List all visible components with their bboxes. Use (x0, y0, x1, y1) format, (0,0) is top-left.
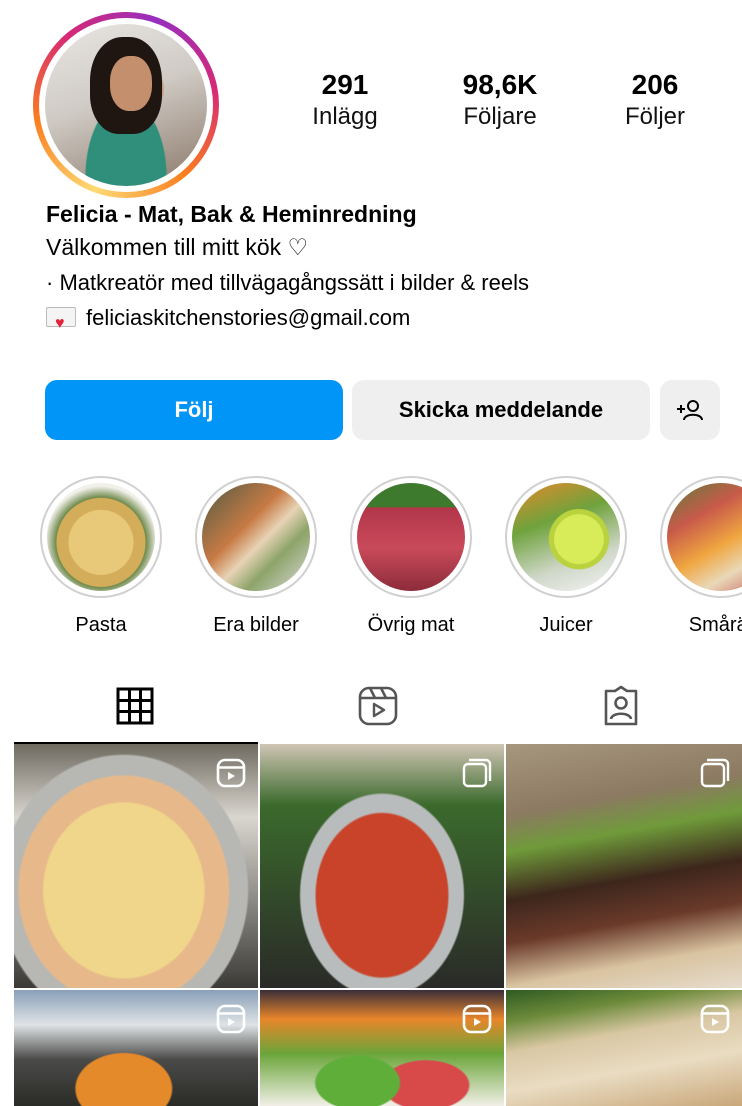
followers-count[interactable]: 98,6K Följare (445, 68, 555, 132)
highlight-ring (195, 476, 317, 598)
post-tile[interactable] (14, 744, 258, 988)
highlight-label: Smårät (688, 614, 742, 636)
love-letter-icon (46, 306, 76, 341)
highlight-label: Övrig mat (367, 614, 455, 636)
highlight-label: Juicer (539, 614, 593, 636)
highlight-cover (47, 483, 155, 591)
suggested-users-button[interactable] (660, 380, 720, 440)
following-count-label: Följer (624, 103, 685, 130)
bio-email[interactable]: feliciaskitchenstories@gmail.com (86, 305, 410, 330)
avatar-face (109, 56, 152, 112)
story-highlights: Pasta Era bilder Övrig mat Juicer Smårät (40, 476, 742, 636)
highlight-era-bilder[interactable]: Era bilder (195, 476, 317, 636)
following-count-value: 206 (631, 69, 679, 100)
tab-grid[interactable] (14, 668, 257, 744)
follow-button[interactable]: Följ (45, 380, 343, 440)
bio-email-row: feliciaskitchenstories@gmail.com (46, 300, 726, 341)
post-tile[interactable] (506, 744, 742, 988)
highlight-cover (667, 483, 742, 591)
avatar[interactable] (45, 24, 207, 186)
highlight-ring (660, 476, 742, 598)
tab-tagged[interactable] (499, 668, 742, 744)
highlight-cover (202, 483, 310, 591)
post-tile[interactable] (506, 990, 742, 1106)
message-button[interactable]: Skicka meddelande (352, 380, 650, 440)
highlight-ring (40, 476, 162, 598)
post-tile[interactable] (260, 990, 504, 1106)
carousel-badge-icon (700, 758, 730, 788)
reel-badge-icon (216, 1004, 246, 1034)
carousel-badge-icon (462, 758, 492, 788)
profile-stats: 291 Inlägg 98,6K Följare 206 Följer (290, 68, 710, 132)
profile-tabs (14, 668, 742, 744)
reels-icon (358, 686, 398, 726)
highlight-smarat[interactable]: Smårät (660, 476, 742, 636)
highlight-pasta[interactable]: Pasta (40, 476, 162, 636)
bio-description: · Matkreatör med tillvägagångssätt i bil… (46, 270, 529, 295)
highlight-ovrig-mat[interactable]: Övrig mat (350, 476, 472, 636)
highlight-ring (505, 476, 627, 598)
reel-badge-icon (462, 1004, 492, 1034)
highlight-label: Pasta (75, 614, 127, 636)
grid-icon (116, 687, 154, 725)
following-count[interactable]: 206 Följer (600, 68, 710, 132)
followers-count-value: 98,6K (462, 69, 538, 100)
reel-badge-icon (216, 758, 246, 788)
post-tile[interactable] (14, 990, 258, 1106)
highlight-cover (357, 483, 465, 591)
tagged-person-icon (604, 685, 637, 726)
posts-count: 291 Inlägg (290, 68, 400, 132)
posts-count-value: 291 (321, 69, 369, 100)
profile-avatar-ring[interactable] (33, 12, 219, 198)
highlight-ring (350, 476, 472, 598)
posts-count-label: Inlägg (312, 103, 378, 130)
followers-count-label: Följare (463, 103, 537, 130)
profile-bio: Felicia - Mat, Bak & Heminredning Välkom… (46, 198, 726, 341)
add-user-icon (677, 400, 703, 421)
reel-badge-icon (700, 1004, 730, 1034)
post-tile[interactable] (260, 744, 504, 988)
highlight-cover (512, 483, 620, 591)
tab-reels[interactable] (257, 668, 500, 744)
avatar-inner (39, 18, 213, 192)
highlight-label: Era bilder (213, 614, 299, 636)
highlight-juicer[interactable]: Juicer (505, 476, 627, 636)
bio-welcome: Välkommen till mitt kök ♡ (46, 234, 309, 260)
profile-name: Felicia - Mat, Bak & Heminredning (46, 201, 417, 227)
